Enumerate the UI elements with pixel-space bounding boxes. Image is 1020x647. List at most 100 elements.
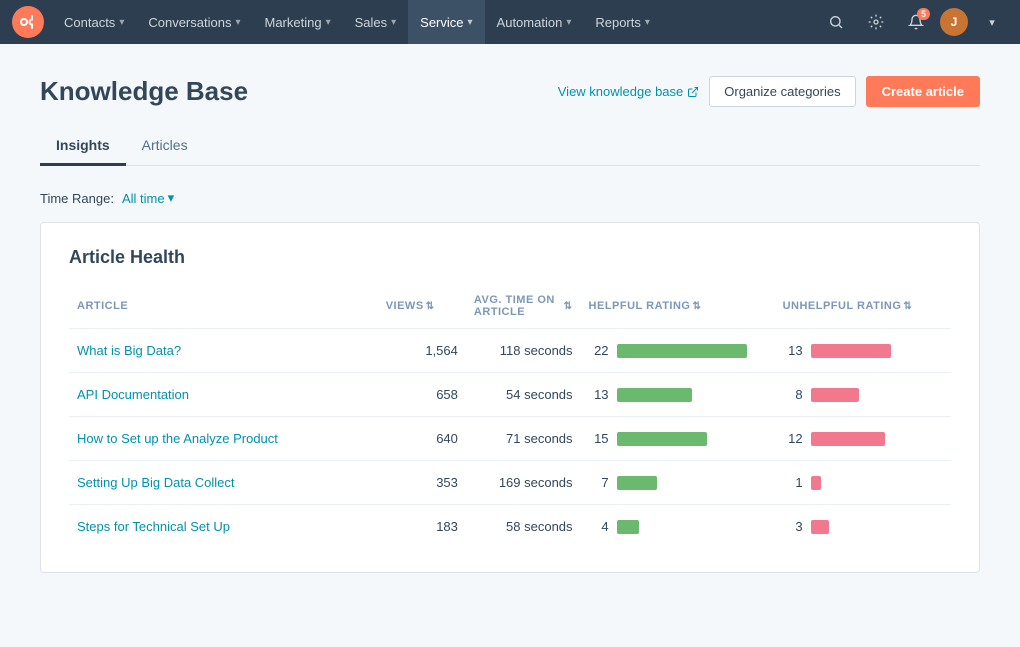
tab-insights[interactable]: Insights xyxy=(40,127,126,166)
article-cell: Steps for Technical Set Up xyxy=(69,505,378,549)
helpful-bar xyxy=(617,476,657,490)
time-range-select[interactable]: All time ▾ xyxy=(122,190,174,206)
helpful-sort[interactable]: Helpful Rating ⇅ xyxy=(589,300,702,312)
article-health-table: Article Views ⇅ Avg. Time on Article ⇅ xyxy=(69,288,951,548)
avg-time-cell: 58 seconds xyxy=(466,505,581,549)
settings-button[interactable] xyxy=(860,6,892,38)
unhelpful-cell: 12 xyxy=(775,417,951,461)
organize-categories-button[interactable]: Organize categories xyxy=(709,76,855,107)
notifications-button[interactable]: 5 xyxy=(900,6,932,38)
article-link[interactable]: What is Big Data? xyxy=(77,343,181,358)
table-row: Steps for Technical Set Up 183 58 second… xyxy=(69,505,951,549)
unhelpful-cell: 13 xyxy=(775,329,951,373)
helpful-cell: 22 xyxy=(581,329,775,373)
table-body: What is Big Data? 1,564 118 seconds 22 1… xyxy=(69,329,951,549)
helpful-bar xyxy=(617,432,707,446)
chevron-down-icon: ▾ xyxy=(235,17,240,28)
unhelpful-bar xyxy=(811,520,829,534)
th-views[interactable]: Views ⇅ xyxy=(378,288,466,329)
unhelpful-cell: 8 xyxy=(775,373,951,417)
top-navigation: Contacts ▾ Conversations ▾ Marketing ▾ S… xyxy=(0,0,1020,44)
avg-time-sort[interactable]: Avg. Time on Article ⇅ xyxy=(474,294,573,318)
notification-badge: 5 xyxy=(917,8,930,20)
unhelpful-sort[interactable]: Unhelpful Rating ⇅ xyxy=(783,300,913,312)
table-header-row: Article Views ⇅ Avg. Time on Article ⇅ xyxy=(69,288,951,329)
chevron-down-icon: ▾ xyxy=(391,17,396,28)
create-article-button[interactable]: Create article xyxy=(866,76,980,107)
helpful-bar xyxy=(617,520,639,534)
avatar[interactable]: J xyxy=(940,8,968,36)
article-link[interactable]: Setting Up Big Data Collect xyxy=(77,475,235,490)
th-article: Article xyxy=(69,288,378,329)
article-cell: How to Set up the Analyze Product xyxy=(69,417,378,461)
sort-icon: ⇅ xyxy=(903,301,912,312)
unhelpful-bar xyxy=(811,388,859,402)
tabs: Insights Articles xyxy=(40,127,980,166)
tab-articles[interactable]: Articles xyxy=(126,127,204,166)
article-link[interactable]: How to Set up the Analyze Product xyxy=(77,431,278,446)
unhelpful-cell: 1 xyxy=(775,461,951,505)
views-cell: 183 xyxy=(378,505,466,549)
chevron-down-icon: ▾ xyxy=(168,190,175,206)
chevron-down-icon: ▾ xyxy=(119,17,124,28)
avg-time-cell: 54 seconds xyxy=(466,373,581,417)
unhelpful-bar xyxy=(811,476,821,490)
views-cell: 1,564 xyxy=(378,329,466,373)
view-knowledge-base-link[interactable]: View knowledge base xyxy=(558,84,700,99)
account-chevron[interactable]: ▾ xyxy=(976,6,1008,38)
helpful-cell: 13 xyxy=(581,373,775,417)
helpful-bar xyxy=(617,388,692,402)
avg-time-cell: 169 seconds xyxy=(466,461,581,505)
article-cell: What is Big Data? xyxy=(69,329,378,373)
avg-time-cell: 118 seconds xyxy=(466,329,581,373)
chevron-down-icon: ▾ xyxy=(566,17,571,28)
sort-icon: ⇅ xyxy=(692,301,701,312)
article-health-title: Article Health xyxy=(69,247,951,268)
article-cell: API Documentation xyxy=(69,373,378,417)
header-actions: View knowledge base Organize categories … xyxy=(558,76,980,107)
nav-right-actions: 5 J ▾ xyxy=(820,6,1008,38)
nav-items: Contacts ▾ Conversations ▾ Marketing ▾ S… xyxy=(52,0,820,44)
unhelpful-bar xyxy=(811,344,891,358)
hubspot-logo[interactable] xyxy=(12,6,44,38)
article-link[interactable]: Steps for Technical Set Up xyxy=(77,519,230,534)
article-cell: Setting Up Big Data Collect xyxy=(69,461,378,505)
nav-service[interactable]: Service ▾ xyxy=(408,0,484,44)
helpful-bar xyxy=(617,344,747,358)
views-cell: 658 xyxy=(378,373,466,417)
page-title: Knowledge Base xyxy=(40,76,248,107)
chevron-down-icon: ▾ xyxy=(326,17,331,28)
table-row: How to Set up the Analyze Product 640 71… xyxy=(69,417,951,461)
page-header: Knowledge Base View knowledge base Organ… xyxy=(40,76,980,107)
views-cell: 353 xyxy=(378,461,466,505)
sort-icon: ⇅ xyxy=(564,301,573,312)
helpful-cell: 4 xyxy=(581,505,775,549)
chevron-down-icon: ▾ xyxy=(645,17,650,28)
table-row: Setting Up Big Data Collect 353 169 seco… xyxy=(69,461,951,505)
table-row: What is Big Data? 1,564 118 seconds 22 1… xyxy=(69,329,951,373)
table-row: API Documentation 658 54 seconds 13 8 xyxy=(69,373,951,417)
page-content: Knowledge Base View knowledge base Organ… xyxy=(0,44,1020,605)
nav-contacts[interactable]: Contacts ▾ xyxy=(52,0,136,44)
chevron-down-icon: ▾ xyxy=(468,17,473,28)
nav-automation[interactable]: Automation ▾ xyxy=(485,0,584,44)
views-cell: 640 xyxy=(378,417,466,461)
helpful-cell: 7 xyxy=(581,461,775,505)
article-link[interactable]: API Documentation xyxy=(77,387,189,402)
nav-sales[interactable]: Sales ▾ xyxy=(343,0,409,44)
sort-icon: ⇅ xyxy=(426,301,435,312)
views-sort[interactable]: Views ⇅ xyxy=(386,300,435,312)
time-range-label: Time Range: xyxy=(40,191,114,206)
nav-marketing[interactable]: Marketing ▾ xyxy=(252,0,342,44)
article-health-card: Article Health Article Views ⇅ xyxy=(40,222,980,573)
th-helpful[interactable]: Helpful Rating ⇅ xyxy=(581,288,775,329)
unhelpful-bar xyxy=(811,432,885,446)
time-range-row: Time Range: All time ▾ xyxy=(40,190,980,206)
nav-conversations[interactable]: Conversations ▾ xyxy=(136,0,252,44)
th-unhelpful[interactable]: Unhelpful Rating ⇅ xyxy=(775,288,951,329)
unhelpful-cell: 3 xyxy=(775,505,951,549)
search-button[interactable] xyxy=(820,6,852,38)
nav-reports[interactable]: Reports ▾ xyxy=(583,0,662,44)
external-link-icon xyxy=(687,86,699,98)
th-avg-time[interactable]: Avg. Time on Article ⇅ xyxy=(466,288,581,329)
